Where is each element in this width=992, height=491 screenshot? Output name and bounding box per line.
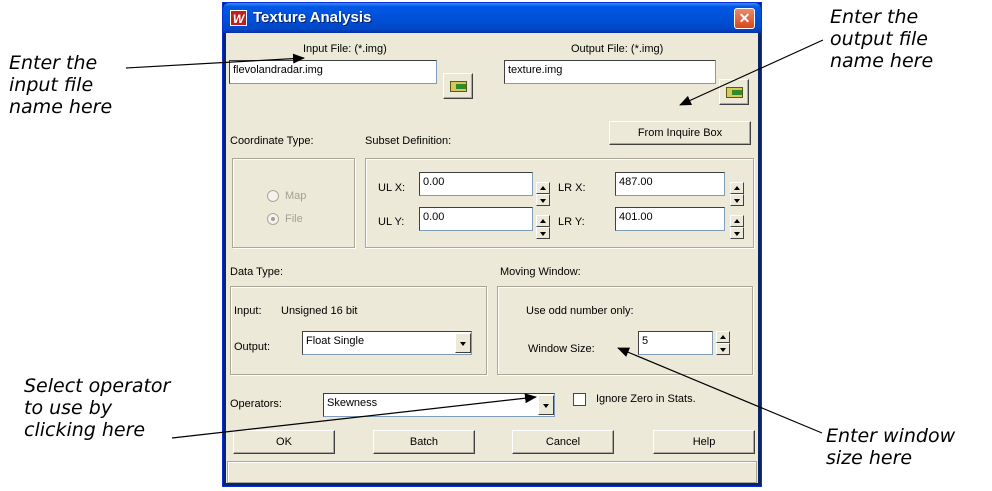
coordinate-type-group: Map File: [232, 158, 355, 248]
callout-operator: Select operator to use by clicking here: [24, 375, 171, 441]
ulx-label: UL X:: [378, 182, 406, 194]
input-file-label: Input File: (*.img): [303, 43, 387, 55]
radio-map[interactable]: [267, 190, 279, 202]
status-bar: [227, 461, 757, 483]
moving-window-label: Moving Window:: [500, 266, 581, 278]
texture-analysis-dialog: W Texture Analysis ✕ Input File: (*.img)…: [222, 2, 762, 487]
lrx-spinner[interactable]: [730, 182, 744, 206]
output-file-browse-button[interactable]: [719, 79, 749, 105]
data-type-input-label: Input:: [234, 305, 262, 317]
subset-definition-label: Subset Definition:: [365, 135, 452, 147]
batch-button[interactable]: Batch: [373, 430, 475, 454]
lry-field[interactable]: 401.00: [615, 207, 725, 231]
input-file-field[interactable]: flevolandradar.img: [229, 60, 437, 84]
callout-window-size: Enter window size here: [826, 425, 956, 469]
callout-input-file: Enter the input file name here: [9, 52, 113, 118]
from-inquire-box-button[interactable]: From Inquire Box: [609, 121, 751, 145]
radio-map-label: Map: [285, 190, 307, 202]
uly-label: UL Y:: [378, 216, 405, 228]
uly-field[interactable]: 0.00: [419, 207, 533, 231]
spinner-up-icon[interactable]: [536, 215, 550, 227]
output-file-label: Output File: (*.img): [571, 43, 664, 55]
ulx-field[interactable]: 0.00: [419, 172, 533, 196]
spinner-up-icon[interactable]: [730, 182, 744, 194]
window-size-spinner[interactable]: [716, 331, 730, 355]
moving-window-group: Use odd number only: Window Size: 5: [497, 286, 753, 375]
lry-spinner[interactable]: [730, 215, 744, 239]
chevron-down-icon[interactable]: [538, 395, 554, 415]
ignore-zero-label: Ignore Zero in Stats.: [596, 393, 696, 405]
title-bar[interactable]: W Texture Analysis ✕: [223, 3, 761, 33]
chevron-down-icon[interactable]: [455, 333, 471, 353]
lry-label: LR Y:: [558, 216, 585, 228]
uly-spinner[interactable]: [536, 215, 550, 239]
window-size-field[interactable]: 5: [638, 331, 713, 355]
data-type-output-label: Output:: [234, 341, 271, 353]
callout-output-file: Enter the output file name here: [830, 6, 934, 72]
operators-select[interactable]: Skewness: [323, 393, 555, 417]
coordinate-type-label: Coordinate Type:: [230, 135, 314, 147]
data-type-input-value: Unsigned 16 bit: [281, 305, 358, 317]
ignore-zero-checkbox[interactable]: [573, 393, 586, 406]
subset-group: UL X: 0.00 LR X: 487.00 UL Y: 0.00 LR Y:…: [365, 158, 754, 248]
data-type-label: Data Type:: [230, 266, 283, 278]
cancel-button[interactable]: Cancel: [512, 430, 614, 454]
spinner-down-icon[interactable]: [716, 343, 730, 355]
data-type-group: Input: Unsigned 16 bit Output: Float Sin…: [230, 286, 487, 375]
radio-file-label: File: [285, 213, 303, 225]
ok-button[interactable]: OK: [233, 430, 335, 454]
window-size-label: Window Size:: [528, 343, 595, 355]
spinner-down-icon[interactable]: [730, 227, 744, 239]
help-button[interactable]: Help: [653, 430, 755, 454]
app-icon: W: [230, 10, 247, 26]
odd-number-hint: Use odd number only:: [526, 305, 634, 317]
spinner-down-icon[interactable]: [536, 194, 550, 206]
radio-file[interactable]: [267, 213, 279, 225]
output-file-field[interactable]: texture.img: [504, 60, 716, 84]
spinner-up-icon[interactable]: [730, 215, 744, 227]
spinner-up-icon[interactable]: [716, 331, 730, 343]
input-file-browse-button[interactable]: [443, 73, 473, 99]
lrx-field[interactable]: 487.00: [615, 172, 725, 196]
close-icon[interactable]: ✕: [734, 8, 755, 29]
output-data-type-select[interactable]: Float Single: [302, 331, 472, 355]
spinner-down-icon[interactable]: [730, 194, 744, 206]
spinner-up-icon[interactable]: [536, 182, 550, 194]
spinner-down-icon[interactable]: [536, 227, 550, 239]
lrx-label: LR X:: [558, 182, 586, 194]
ulx-spinner[interactable]: [536, 182, 550, 206]
operators-label: Operators:: [230, 398, 282, 410]
window-title: Texture Analysis: [253, 9, 372, 26]
